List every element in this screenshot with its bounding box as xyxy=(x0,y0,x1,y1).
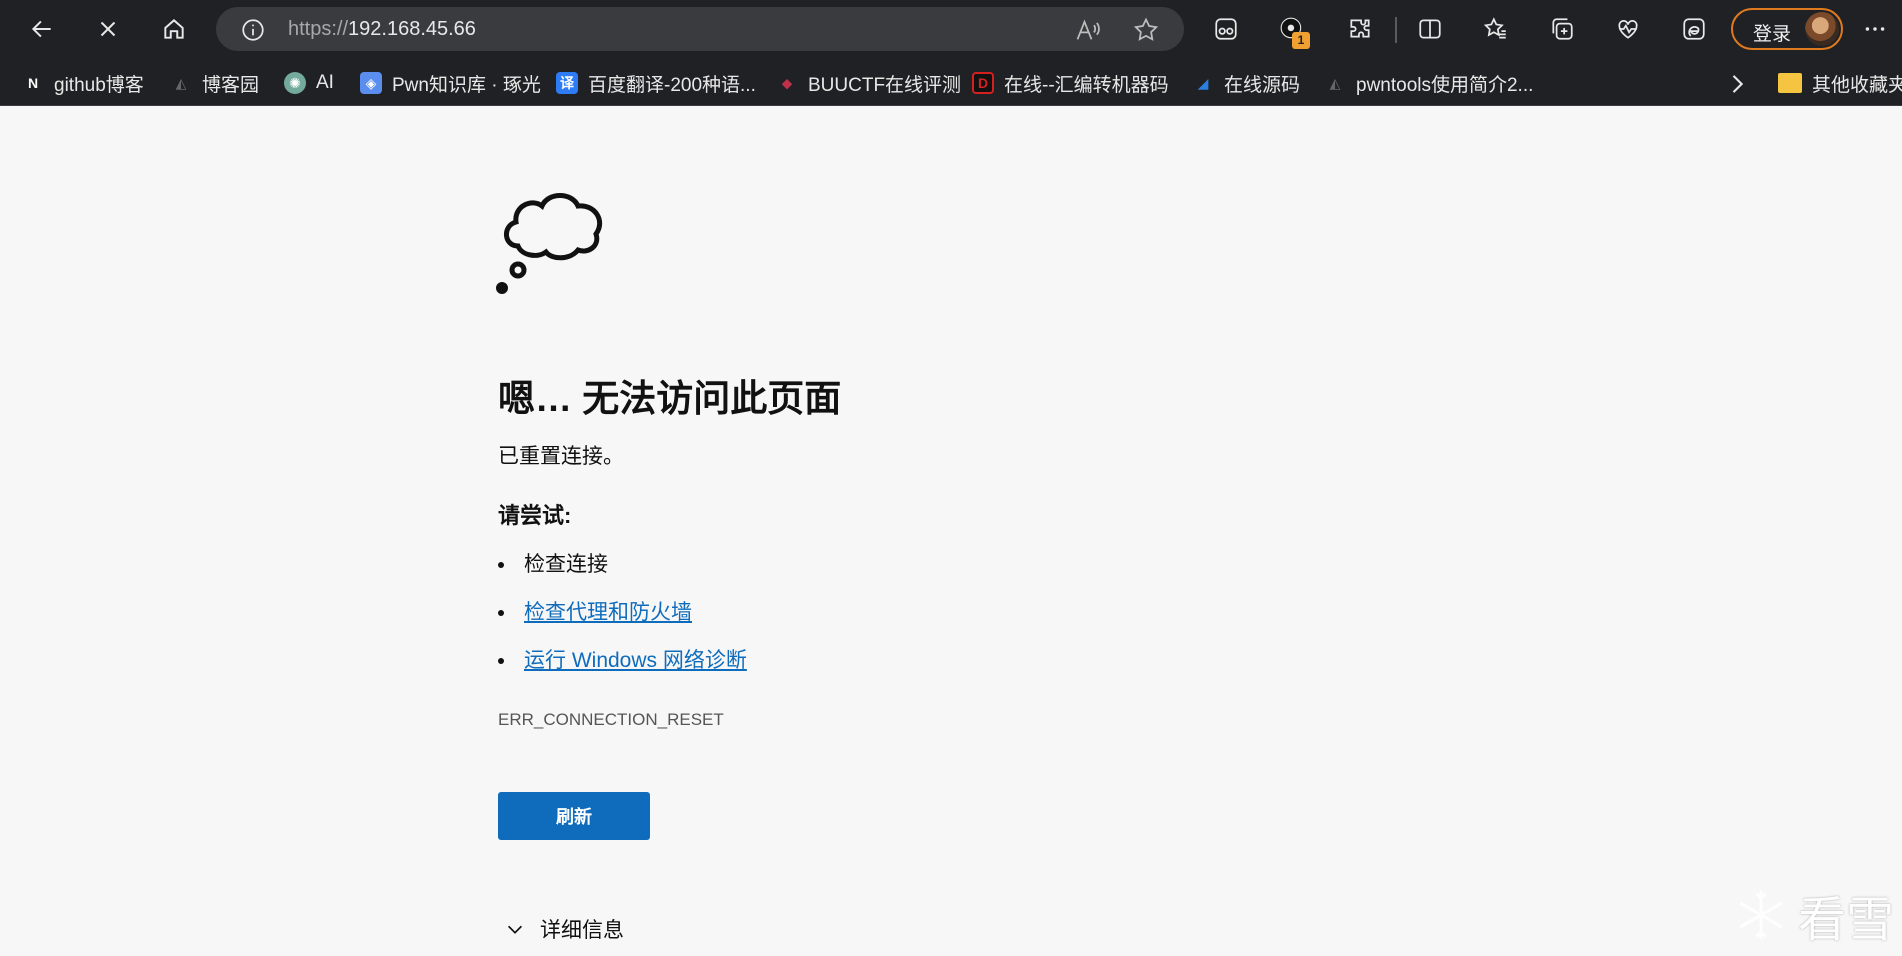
suggestion-item: 检查代理和防火墙 xyxy=(498,596,692,626)
bookmark-online-source[interactable]: ◢ 在线源码 xyxy=(1192,70,1300,96)
site-info-icon[interactable] xyxy=(240,17,266,43)
error-title: 嗯… 无法访问此页面 xyxy=(498,378,842,419)
bullet xyxy=(498,658,504,665)
folder-icon xyxy=(1778,73,1802,93)
bookmark-cnblogs[interactable]: ◭ 博客园 xyxy=(170,70,259,96)
browser-health-icon[interactable] xyxy=(1608,9,1648,49)
bullet xyxy=(498,562,504,569)
bookmarks-bar: Ngithub博客 ◭ 博客园 ✺ AI ◈ Pwn知识库 · 琢光 译百度翻译-20… xyxy=(0,58,1902,106)
suggestion-item: 检查连接 xyxy=(498,548,608,578)
stop-close-icon[interactable] xyxy=(88,9,128,49)
more-options-icon[interactable] xyxy=(1855,9,1895,49)
address-bar[interactable]: https://192.168.45.66 xyxy=(216,7,1184,51)
bookmark-ai[interactable]: ✺ AI xyxy=(284,70,334,96)
run-network-diagnostics-link[interactable]: 运行 Windows 网络诊断 xyxy=(524,649,747,672)
translate-icon: 译 xyxy=(556,72,578,94)
d-letter-icon: D xyxy=(972,72,994,94)
back-arrow-icon[interactable] xyxy=(22,9,62,49)
collections-icon[interactable] xyxy=(1542,9,1582,49)
bookmark-other-folder[interactable]: 其他收藏夹 xyxy=(1778,70,1902,96)
login-button[interactable]: 登录 xyxy=(1731,8,1843,50)
bookmark-asm-converter[interactable]: D 在线--汇编转机器码 xyxy=(972,70,1169,96)
snowflake-icon xyxy=(1739,890,1783,940)
chatgpt-icon: ✺ xyxy=(284,72,306,94)
chevron-right-icon[interactable] xyxy=(1723,70,1751,98)
edge-browser-icon[interactable] xyxy=(1674,9,1714,49)
bookmark-pwntools[interactable]: ◭ pwntools使用简介2... xyxy=(1324,70,1534,96)
home-icon[interactable] xyxy=(154,9,194,49)
notion-icon: N xyxy=(27,75,39,91)
error-message: 已重置连接。 xyxy=(498,445,624,468)
split-screen-icon[interactable] xyxy=(1410,9,1450,49)
read-aloud-icon[interactable] xyxy=(1074,16,1102,44)
bullet xyxy=(498,610,504,617)
sail-icon: ◢ xyxy=(1197,74,1209,91)
url-text[interactable]: https://192.168.45.66 xyxy=(288,18,476,41)
kanxue-watermark: 看雪 xyxy=(1732,880,1894,950)
cnblogs-icon: ◭ xyxy=(175,74,187,91)
refresh-button[interactable]: 刷新 xyxy=(498,792,650,840)
bookmark-baidu-translate[interactable]: 译百度翻译-200种语... xyxy=(556,70,756,96)
try-heading: 请尝试: xyxy=(498,503,572,528)
check-proxy-firewall-link[interactable]: 检查代理和防火墙 xyxy=(524,601,692,624)
extension-badge: 1 xyxy=(1292,32,1310,49)
browser-toolbar: https://192.168.45.66 1 登录 xyxy=(0,0,1902,58)
suggestion-item: 运行 Windows 网络诊断 xyxy=(498,644,747,674)
error-code: ERR_CONNECTION_RESET xyxy=(498,710,724,729)
cnblogs-icon: ◭ xyxy=(1329,74,1341,91)
thought-cloud-icon xyxy=(496,184,608,296)
favorites-icon[interactable] xyxy=(1476,9,1516,49)
star-favorite-icon[interactable] xyxy=(1132,16,1160,44)
extension-glasses-icon[interactable] xyxy=(1206,9,1246,49)
bookmark-pwn-wiki[interactable]: ◈ Pwn知识库 · 琢光 xyxy=(360,70,541,96)
bookmark-buuctf[interactable]: ⬥ BUUCTF在线评测 xyxy=(776,70,961,96)
cube-icon: ◈ xyxy=(360,72,382,94)
buuctf-icon: ⬥ xyxy=(782,74,792,91)
extensions-puzzle-icon[interactable] xyxy=(1340,9,1380,49)
toolbar-divider xyxy=(1395,17,1397,43)
avatar xyxy=(1805,12,1839,46)
details-toggle[interactable]: 详细信息 xyxy=(504,914,624,944)
bookmark-github-blog[interactable]: Ngithub博客 xyxy=(22,70,144,96)
chevron-down-icon xyxy=(507,925,523,934)
